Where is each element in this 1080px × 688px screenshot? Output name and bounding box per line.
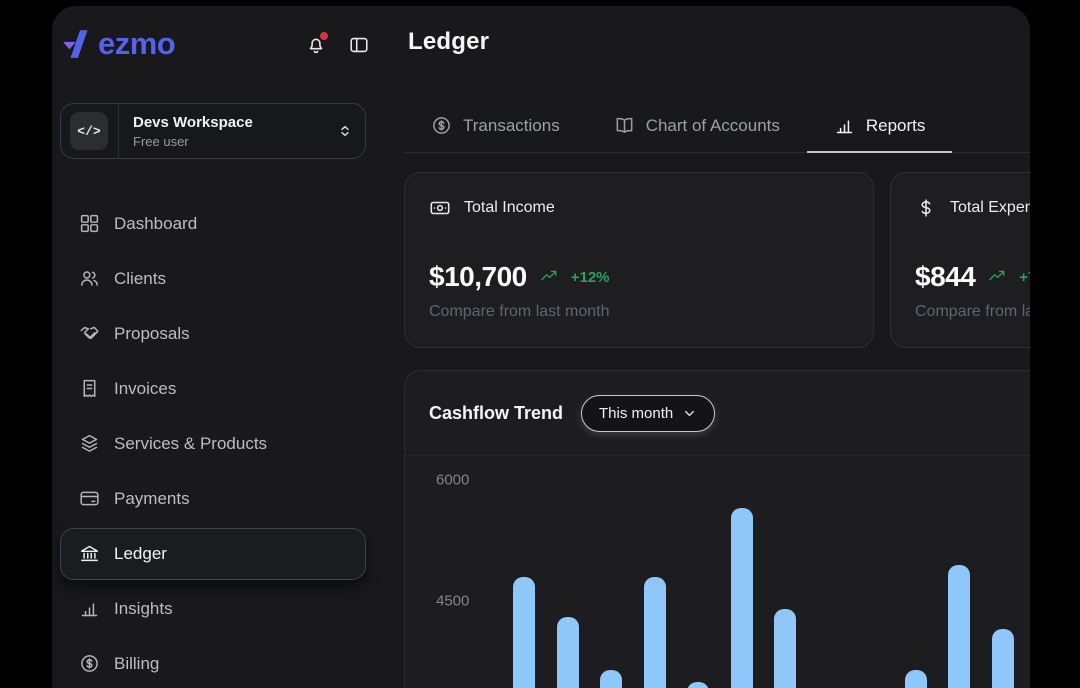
checkmark-slash-logo-icon [62,27,96,61]
cashflow-bar [774,609,796,688]
stat-card-value: $10,700 [429,261,527,293]
sidebar: ezmo </> Devs Workspace [52,6,404,688]
sidebar-item-proposals[interactable]: Proposals [60,306,366,361]
sidebar-item-label: Insights [114,599,173,619]
stat-card-total-expenses: Total Expenses $844 +7% Compare from last m… [890,172,1030,348]
stat-card-title: Total Expenses [950,199,1030,217]
workspace-plan: Free user [133,134,337,149]
bell-icon [305,43,327,60]
sidebar-item-label: Clients [114,269,166,289]
credit-card-icon [79,488,100,509]
notification-badge [320,32,328,40]
cashflow-bar [731,508,753,688]
cashflow-bar [687,682,709,688]
layers-icon [79,433,100,454]
tab-chart-of-accounts[interactable]: Chart of Accounts [587,100,807,153]
stat-card-note: Compare from last month [915,303,1030,321]
stat-card-delta: +7% [1019,269,1030,286]
stat-cards-row: Total Income $10,700 +12% Compare from last… [404,172,1030,348]
stat-card-total-income: Total Income $10,700 +12% Compare from last… [404,172,874,348]
chevrons-up-down-icon [337,123,353,139]
bar-chart-icon [834,115,855,136]
cashflow-bar [644,577,666,688]
tab-bar: Transactions Chart of Accounts Reports [404,100,1030,153]
panel-left-icon [348,43,370,60]
sidebar-item-label: Ledger [114,544,167,564]
sidebar-item-label: Services & Products [114,434,267,454]
tab-transactions[interactable]: Transactions [404,100,587,153]
trending-up-icon [985,268,1009,286]
sidebar-item-payments[interactable]: Payments [60,471,366,526]
circle-dollar-icon [431,115,452,136]
sidebar-item-label: Payments [114,489,190,509]
sidebar-toggle-button[interactable] [348,34,370,56]
receipt-icon [79,378,100,399]
app-window: ezmo </> Devs Workspace [52,6,1030,688]
cashflow-chart: 4500 6000 [405,371,1030,688]
sidebar-item-services-products[interactable]: Services & Products [60,416,366,471]
sidebar-item-label: Invoices [114,379,176,399]
page-title: Ledger [408,28,489,56]
cashflow-bar [948,565,970,688]
cashflow-bar [992,629,1014,688]
stat-card-delta: +12% [571,269,610,286]
workspace-icon: </> [70,112,108,150]
sidebar-item-label: Dashboard [114,214,197,234]
cashflow-bar [557,617,579,688]
banknote-icon [429,197,451,219]
bank-icon [79,543,100,564]
tab-label: Transactions [463,116,560,136]
bar-chart-icon [79,598,100,619]
handshake-icon [79,323,100,344]
users-icon [79,268,100,289]
tab-label: Chart of Accounts [646,116,780,136]
cashflow-bar [600,670,622,688]
y-axis-tick-label: 4500 [436,593,469,610]
brand-name: ezmo [98,26,175,62]
sidebar-item-clients[interactable]: Clients [60,251,366,306]
cashflow-bar [905,670,927,688]
grid-icon [79,213,100,234]
sidebar-item-ledger[interactable]: Ledger [60,528,366,580]
divider [118,104,119,158]
sidebar-item-invoices[interactable]: Invoices [60,361,366,416]
workspace-switcher[interactable]: </> Devs Workspace Free user [60,103,366,159]
sidebar-item-billing[interactable]: Billing [60,636,366,688]
sidebar-item-label: Proposals [114,324,190,344]
cashflow-card: Cashflow Trend This month 45006000 [404,370,1030,688]
tab-reports[interactable]: Reports [807,100,953,153]
book-open-icon [614,115,635,136]
sidebar-nav: Dashboard Clients Proposals Invoices Service… [60,196,366,688]
cashflow-bar [513,577,535,688]
y-axis-tick-label: 6000 [436,472,469,489]
tab-label: Reports [866,116,926,136]
stat-card-note: Compare from last month [429,303,849,321]
notifications-button[interactable] [305,34,327,56]
circle-dollar-icon [79,653,100,674]
sidebar-item-label: Billing [114,654,159,674]
sidebar-item-insights[interactable]: Insights [60,581,366,636]
main-content: Ledger Transactions Chart of Accounts Repo… [404,6,1030,688]
stat-card-title: Total Income [464,199,555,217]
brand-logo: ezmo [62,26,175,62]
dollar-icon [915,197,937,219]
trending-up-icon [537,268,561,286]
sidebar-item-dashboard[interactable]: Dashboard [60,196,366,251]
workspace-name: Devs Workspace [133,114,337,131]
stat-card-value: $844 [915,261,975,293]
